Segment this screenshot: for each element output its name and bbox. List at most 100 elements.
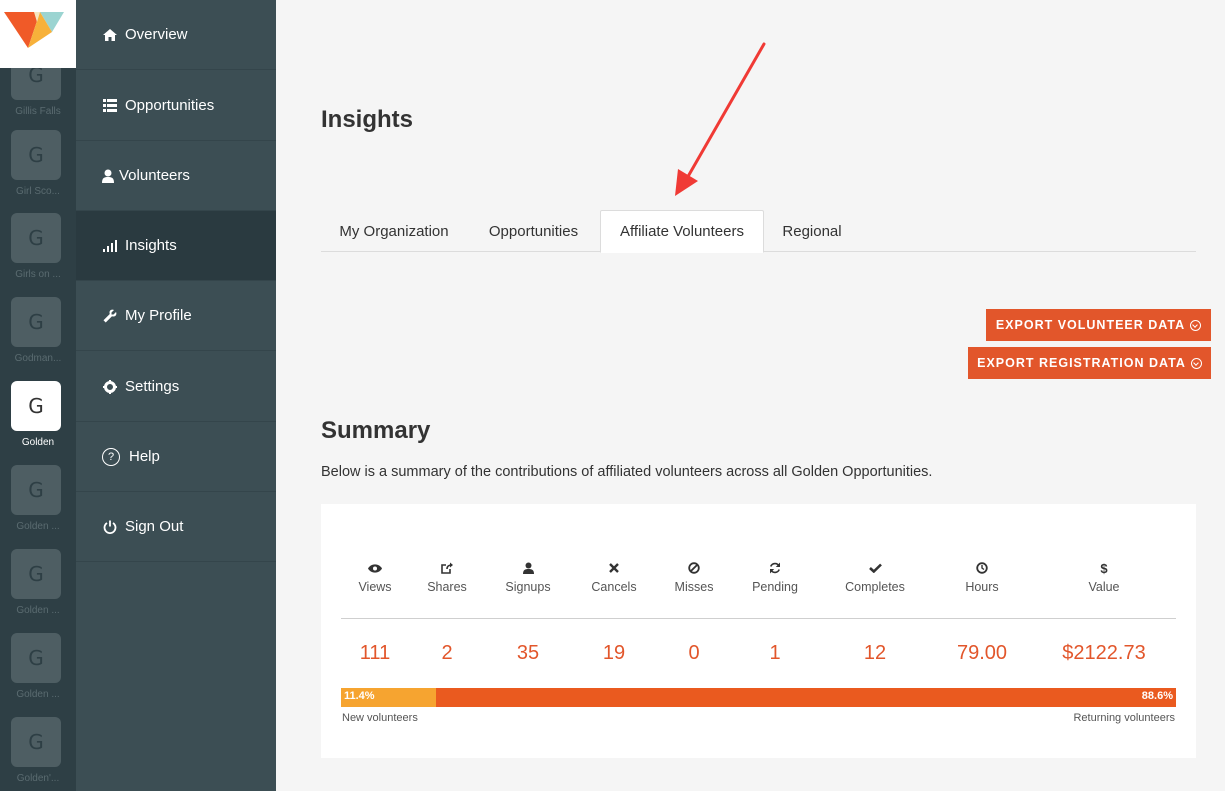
org-name: Golden'... — [16, 773, 60, 784]
page-title: Insights — [321, 106, 414, 133]
insights-tabs: My Organization Opportunities Affiliate … — [321, 210, 1196, 253]
org-name: Golden — [21, 437, 55, 448]
stat-cancels: Cancels — [569, 560, 659, 594]
stat-label: Completes — [845, 580, 905, 594]
check-icon — [830, 560, 920, 576]
org-tile: G — [11, 633, 61, 683]
export-registration-label: EXPORT REGISTRATION DATA — [977, 356, 1186, 370]
app-logo[interactable] — [0, 0, 76, 68]
summary-card: Views Shares Signups Cancels Misses Pend… — [321, 504, 1196, 758]
org-item[interactable]: G Golden ... — [0, 465, 76, 549]
org-tile: G — [11, 465, 61, 515]
sidebar-item-label: My Profile — [125, 307, 192, 324]
gear-icon — [102, 379, 118, 395]
tab-affiliate-volunteers[interactable]: Affiliate Volunteers — [600, 210, 764, 253]
tab-opportunities[interactable]: Opportunities — [467, 210, 600, 252]
x-icon — [569, 560, 659, 576]
sidebar-item-label: Sign Out — [125, 518, 184, 535]
volunteer-split-bar: 11.4% 88.6% — [341, 688, 1176, 707]
logo-icon — [4, 12, 64, 48]
sidebar-item-label: Volunteers — [119, 167, 190, 184]
sidebar-item-settings[interactable]: Settings — [76, 352, 276, 422]
stat-label: Hours — [965, 580, 999, 594]
share-icon — [402, 560, 492, 576]
sidebar-item-label: Overview — [125, 26, 188, 43]
org-tile: G — [11, 297, 61, 347]
sidebar-item-sign-out[interactable]: Sign Out — [76, 492, 276, 562]
annotation-arrow — [675, 42, 766, 196]
org-item-active[interactable]: G Golden — [0, 381, 76, 465]
org-item[interactable]: G Golden ... — [0, 633, 76, 717]
sidebar-item-label: Help — [129, 448, 160, 465]
returning-volunteers-legend: Returning volunteers — [1073, 712, 1175, 724]
sidebar-item-volunteers[interactable]: Volunteers — [76, 141, 276, 211]
export-registration-data-button[interactable]: EXPORT REGISTRATION DATA — [968, 347, 1211, 379]
sidebar-item-label: Insights — [125, 237, 177, 254]
stat-completes-value: 12 — [863, 642, 887, 664]
ban-icon — [649, 560, 739, 576]
stat-value: $ Value — [1059, 560, 1149, 595]
stat-hours-value: 79.00 — [956, 642, 1008, 664]
stats-divider — [341, 618, 1176, 619]
org-item[interactable]: G Girls on ... — [0, 213, 76, 297]
org-name: Girl Sco... — [16, 186, 60, 197]
user-icon — [102, 168, 114, 184]
stat-hours: Hours — [937, 560, 1027, 594]
stat-label: Misses — [674, 580, 714, 594]
stat-completes: Completes — [830, 560, 920, 594]
org-name: Gillis Falls — [15, 106, 61, 117]
list-icon — [102, 97, 118, 113]
sidebar-item-help[interactable]: ? Help — [76, 422, 276, 492]
org-item[interactable]: G Golden ... — [0, 549, 76, 633]
org-name: Golden ... — [16, 521, 60, 532]
org-rail: G Gillis Falls G Girl Sco... G Girls on … — [0, 0, 76, 791]
download-icon — [1190, 319, 1202, 331]
sidebar-item-my-profile[interactable]: My Profile — [76, 281, 276, 351]
new-volunteers-legend: New volunteers — [342, 712, 418, 724]
export-volunteer-data-button[interactable]: EXPORT VOLUNTEER DATA — [986, 309, 1211, 341]
org-tile: G — [11, 381, 61, 431]
org-tile: G — [11, 717, 61, 767]
stat-label: Cancels — [591, 580, 637, 594]
stat-value-value: $2122.73 — [1062, 642, 1146, 664]
org-item[interactable]: G Golden'... — [0, 717, 76, 791]
tab-my-organization[interactable]: My Organization — [321, 210, 467, 252]
org-tile: G — [11, 549, 61, 599]
stat-shares: Shares — [402, 560, 492, 594]
stat-label: Signups — [505, 580, 551, 594]
wrench-icon — [102, 308, 118, 324]
sidebar-item-overview[interactable]: Overview — [76, 0, 276, 70]
export-volunteer-label: EXPORT VOLUNTEER DATA — [995, 318, 1186, 332]
stat-label: Shares — [427, 580, 467, 594]
refresh-icon — [730, 560, 820, 576]
power-icon — [102, 519, 118, 535]
sidebar-item-label: Opportunities — [125, 96, 215, 114]
stat-misses: Misses — [649, 560, 739, 594]
org-name: Girls on ... — [15, 269, 61, 280]
org-item[interactable]: G Girl Sco... — [0, 130, 76, 214]
summary-title: Summary — [321, 417, 431, 444]
stat-signups: Signups — [483, 560, 573, 594]
user-icon — [483, 560, 573, 576]
dollar-icon: $ — [1100, 560, 1108, 576]
help-icon: ? — [102, 447, 120, 466]
signal-icon — [102, 238, 118, 254]
org-name: Golden ... — [16, 605, 60, 616]
sidebar-nav: Overview Opportunities Volunteers Insigh… — [76, 0, 276, 791]
returning-volunteers-pct: 88.6% — [1141, 690, 1173, 702]
org-item[interactable]: G Godman... — [0, 297, 76, 381]
clock-icon — [937, 560, 1027, 576]
sidebar-item-label: Settings — [125, 378, 180, 395]
new-volunteers-pct: 11.4% — [344, 690, 375, 702]
stat-label: Pending — [752, 580, 798, 594]
sidebar-item-insights[interactable]: Insights — [76, 211, 276, 281]
org-name: Godman... — [14, 353, 62, 364]
summary-description: Below is a summary of the contributions … — [321, 464, 933, 480]
home-icon — [102, 27, 118, 43]
org-tile: G — [11, 130, 61, 180]
tab-regional[interactable]: Regional — [764, 210, 860, 252]
org-name: Golden ... — [16, 689, 60, 700]
sidebar-item-opportunities[interactable]: Opportunities — [76, 70, 276, 141]
download-icon — [1190, 357, 1202, 369]
stat-label: Value — [1088, 580, 1120, 594]
